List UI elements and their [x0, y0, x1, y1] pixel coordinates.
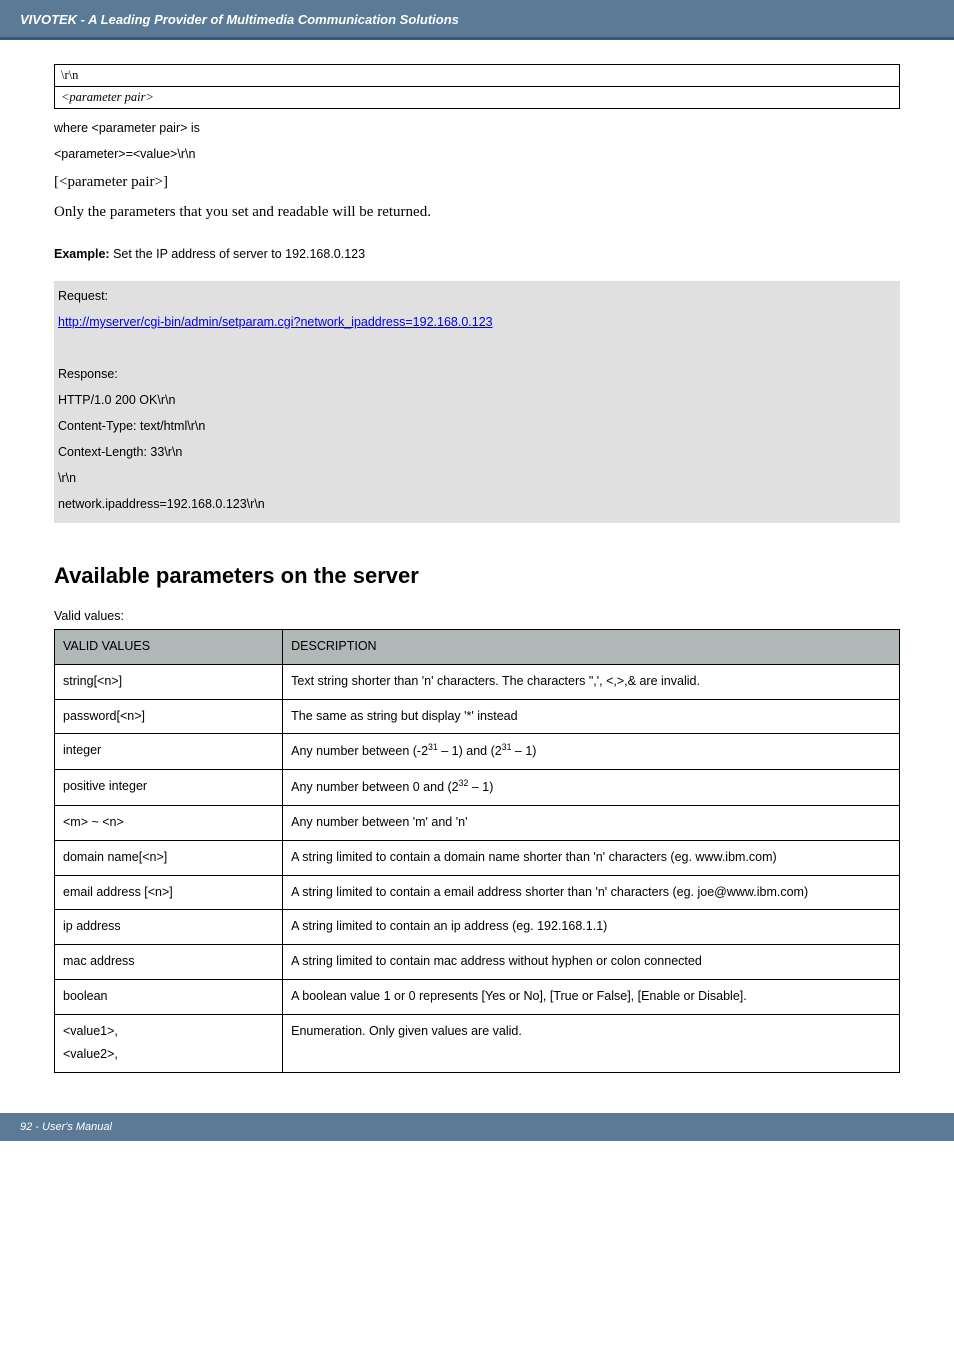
table-row: string[<n>]Text string shorter than 'n' … [55, 664, 900, 699]
parameter-box: \r\n <parameter pair> [54, 64, 900, 109]
cell-desc: Any number between (-231 – 1) and (231 –… [283, 734, 900, 770]
table-row: mac addressA string limited to contain m… [55, 945, 900, 980]
example-intro: Example: Set the IP address of server to… [54, 241, 900, 267]
table-row: integerAny number between (-231 – 1) and… [55, 734, 900, 770]
table-header-values: VALID VALUES [55, 630, 283, 665]
page-header: VIVOTEK - A Leading Provider of Multimed… [0, 0, 954, 40]
example-resp-1: HTTP/1.0 200 OK\r\n [58, 387, 896, 413]
table-row: password[<n>]The same as string but disp… [55, 699, 900, 734]
cell-value: positive integer [55, 770, 283, 806]
example-label: Example: [54, 247, 110, 261]
cell-desc: The same as string but display '*' inste… [283, 699, 900, 734]
cell-desc: A string limited to contain mac address … [283, 945, 900, 980]
body-line-1: where <parameter pair> is [54, 115, 900, 141]
param-row-1: \r\n [55, 65, 899, 86]
page-footer: 92 - User's Manual [0, 1113, 954, 1141]
table-row: <m> ~ <n>Any number between 'm' and 'n' [55, 806, 900, 841]
section-heading: Available parameters on the server [54, 563, 900, 589]
table-row: positive integerAny number between 0 and… [55, 770, 900, 806]
cell-value: password[<n>] [55, 699, 283, 734]
example-url-link[interactable]: http://myserver/cgi-bin/admin/setparam.c… [58, 315, 493, 329]
body-line-4: Only the parameters that you set and rea… [54, 197, 900, 227]
valid-values-table: VALID VALUES DESCRIPTION string[<n>]Text… [54, 629, 900, 1073]
example-blank-1 [58, 335, 896, 361]
example-response-label: Response: [58, 361, 896, 387]
example-resp-2: Content-Type: text/html\r\n [58, 413, 896, 439]
cell-value: mac address [55, 945, 283, 980]
body-line-2: <parameter>=<value>\r\n [54, 141, 900, 167]
example-request-label: Request: [58, 283, 896, 309]
page-content: \r\n <parameter pair> where <parameter p… [0, 40, 954, 1073]
cell-value: string[<n>] [55, 664, 283, 699]
param-row-2: <parameter pair> [55, 86, 899, 108]
table-header-row: VALID VALUES DESCRIPTION [55, 630, 900, 665]
table-row: email address [<n>]A string limited to c… [55, 875, 900, 910]
example-link-line: http://myserver/cgi-bin/admin/setparam.c… [58, 309, 896, 335]
cell-value: integer [55, 734, 283, 770]
table-row: booleanA boolean value 1 or 0 represents… [55, 979, 900, 1014]
cell-desc: Any number between 0 and (232 – 1) [283, 770, 900, 806]
table-row: domain name[<n>]A string limited to cont… [55, 840, 900, 875]
example-resp-4: \r\n [58, 465, 896, 491]
cell-desc: A string limited to contain a email addr… [283, 875, 900, 910]
example-resp-5: network.ipaddress=192.168.0.123\r\n [58, 491, 896, 517]
table-header-description: DESCRIPTION [283, 630, 900, 665]
example-resp-3: Context-Length: 33\r\n [58, 439, 896, 465]
body-line-3: [<parameter pair>] [54, 167, 900, 197]
cell-desc: A string limited to contain a domain nam… [283, 840, 900, 875]
cell-desc: Text string shorter than 'n' characters.… [283, 664, 900, 699]
cell-desc: Enumeration. Only given values are valid… [283, 1014, 900, 1073]
cell-value: domain name[<n>] [55, 840, 283, 875]
table-row: <value1>,<value2>,Enumeration. Only give… [55, 1014, 900, 1073]
cell-desc: A boolean value 1 or 0 represents [Yes o… [283, 979, 900, 1014]
cell-value: boolean [55, 979, 283, 1014]
footer-text: 92 - User's Manual [20, 1121, 112, 1133]
cell-desc: A string limited to contain an ip addres… [283, 910, 900, 945]
example-intro-text: Set the IP address of server to 192.168.… [110, 247, 366, 261]
cell-value: <m> ~ <n> [55, 806, 283, 841]
cell-value: email address [<n>] [55, 875, 283, 910]
header-title: VIVOTEK - A Leading Provider of Multimed… [20, 12, 934, 27]
cell-desc: Any number between 'm' and 'n' [283, 806, 900, 841]
table-row: ip addressA string limited to contain an… [55, 910, 900, 945]
cell-value: <value1>,<value2>, [55, 1014, 283, 1073]
example-block: Request: http://myserver/cgi-bin/admin/s… [54, 281, 900, 523]
valid-values-label: Valid values: [54, 609, 900, 623]
cell-value: ip address [55, 910, 283, 945]
table-body: string[<n>]Text string shorter than 'n' … [55, 664, 900, 1072]
